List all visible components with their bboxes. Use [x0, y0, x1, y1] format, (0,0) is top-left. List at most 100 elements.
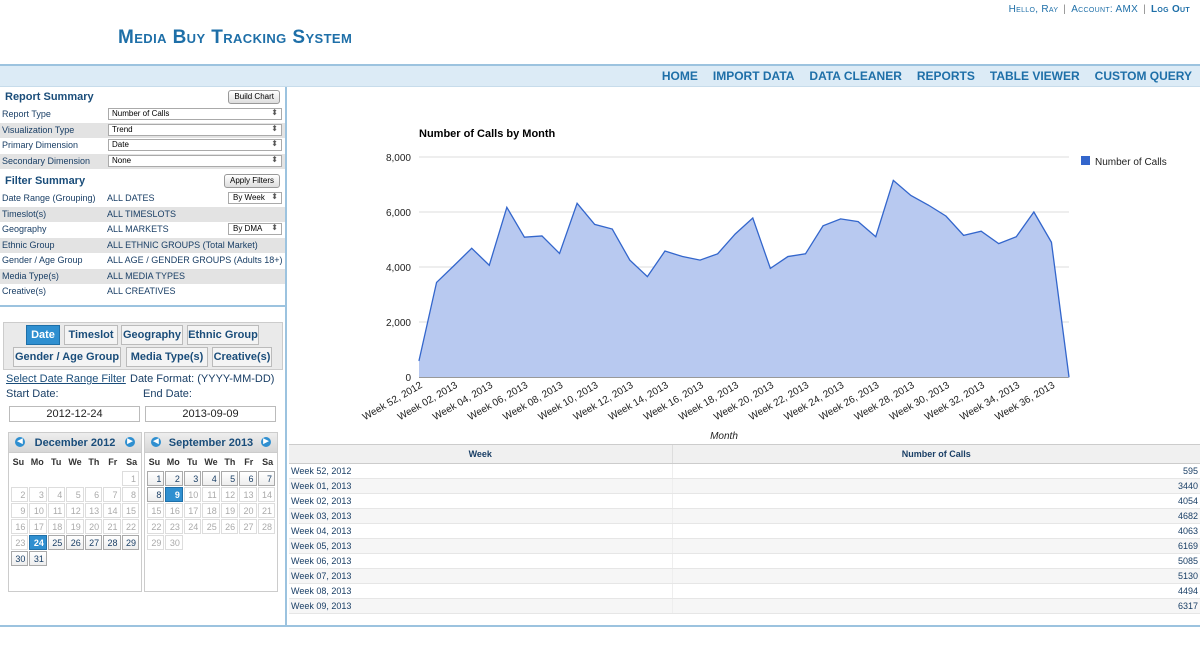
left-panel: Report Summary Build Chart Report Type Nu… — [0, 87, 287, 625]
report-row-select[interactable]: Trend ⬍ — [108, 123, 282, 136]
calendar-day[interactable]: 31 — [29, 551, 47, 566]
calendar-day[interactable]: 28 — [103, 535, 121, 550]
calendar-day[interactable]: 4 — [47, 487, 66, 502]
calendar-day[interactable]: 2 — [165, 471, 183, 486]
calendar-day[interactable]: 8 — [147, 487, 165, 502]
nav-item-table-viewer[interactable]: TABLE VIEWER — [990, 69, 1080, 83]
calendar-day[interactable]: 16 — [11, 519, 29, 534]
calendar-day[interactable]: 7 — [103, 487, 121, 502]
apply-filters-button[interactable]: Apply Filters — [223, 174, 280, 188]
calendar-day[interactable]: 21 — [103, 519, 121, 534]
calendar-day[interactable]: 26 — [66, 535, 84, 550]
calendar-day[interactable]: 9 — [11, 503, 29, 518]
logout-link[interactable]: Log Out — [1151, 4, 1190, 15]
calendar-day[interactable]: 7 — [257, 471, 275, 486]
nav-item-custom-query[interactable]: CUSTOM QUERY — [1095, 69, 1192, 83]
calendar-day[interactable]: 1 — [147, 471, 165, 486]
calendar-day[interactable]: 17 — [183, 503, 202, 518]
tab-ethnic-group[interactable]: Ethnic Group — [187, 325, 259, 345]
calendar-day[interactable]: 29 — [147, 535, 165, 550]
calendar-day[interactable]: 1 — [121, 471, 139, 486]
calendar-day[interactable]: 4 — [202, 471, 220, 486]
build-chart-button[interactable]: Build Chart — [228, 90, 280, 104]
nav-item-reports[interactable]: REPORTS — [917, 69, 975, 83]
start-date-input[interactable]: 2012-12-24 — [9, 406, 140, 422]
calendar-day[interactable]: 10 — [29, 503, 47, 518]
calendar-day[interactable]: 19 — [66, 519, 84, 534]
calendar-day[interactable]: 20 — [84, 519, 103, 534]
nav-item-import-data[interactable]: IMPORT DATA — [713, 69, 795, 83]
calendar-day[interactable]: 16 — [165, 503, 183, 518]
select-date-range-link[interactable]: Select Date Range Filter — [6, 373, 126, 385]
calendar-day[interactable]: 5 — [66, 487, 84, 502]
grouping-select[interactable]: By Week ⬍ — [228, 192, 282, 204]
end-date-input[interactable]: 2013-09-09 — [145, 406, 276, 422]
calendar-day[interactable]: 26 — [220, 519, 239, 534]
grouping-select[interactable]: By DMA ⬍ — [228, 223, 282, 235]
main-content: Number of Calls by Month 0 2,000 4,000 6,000… — [289, 87, 1200, 625]
calendar-day[interactable]: 14 — [257, 487, 275, 502]
prev-month-icon[interactable]: ◀ — [151, 437, 161, 447]
report-row-select[interactable]: Date ⬍ — [108, 139, 282, 151]
calendar-day[interactable]: 20 — [239, 503, 257, 518]
report-row-select[interactable]: Number of Calls ⬍ — [108, 108, 282, 120]
calendar-day[interactable]: 2 — [11, 487, 29, 502]
tab-creative-s[interactable]: Creative(s) — [212, 347, 272, 367]
calendar-day[interactable]: 22 — [147, 519, 165, 534]
calendar-day[interactable]: 13 — [84, 503, 103, 518]
calendar-day[interactable]: 12 — [66, 503, 84, 518]
nav-item-home[interactable]: HOME — [662, 69, 698, 83]
tab-date[interactable]: Date — [26, 325, 60, 345]
calendar-day[interactable]: 6 — [239, 471, 257, 486]
next-month-icon[interactable]: ▶ — [125, 437, 135, 447]
calendar-day[interactable]: 23 — [11, 535, 29, 550]
tab-geography[interactable]: Geography — [121, 325, 183, 345]
calendar-day[interactable]: 8 — [121, 487, 139, 502]
calendar-day[interactable]: 22 — [121, 519, 139, 534]
calendar-day[interactable]: 3 — [29, 487, 47, 502]
calendar-day[interactable]: 28 — [257, 519, 275, 534]
calendar-day[interactable]: 15 — [121, 503, 139, 518]
calendar-day[interactable]: 3 — [183, 471, 202, 486]
calendar-day[interactable]: 10 — [183, 487, 202, 502]
calendar-day[interactable]: 24 — [183, 519, 202, 534]
calendar-day[interactable]: 17 — [29, 519, 47, 534]
calendar-day[interactable]: 19 — [220, 503, 239, 518]
col-header-calls[interactable]: Number of Calls — [672, 445, 1200, 464]
calendar-day[interactable]: 6 — [84, 487, 103, 502]
next-month-icon[interactable]: ▶ — [261, 437, 271, 447]
calendar-day[interactable]: 9 — [165, 487, 183, 502]
prev-month-icon[interactable]: ◀ — [15, 437, 25, 447]
col-header-week[interactable]: Week — [289, 445, 673, 464]
calendar-day[interactable]: 30 — [165, 535, 183, 550]
account-link[interactable]: Account: AMX — [1071, 4, 1138, 15]
calendar-day[interactable]: 15 — [147, 503, 165, 518]
calendar-day[interactable]: 27 — [239, 519, 257, 534]
tab-media-type-s[interactable]: Media Type(s) — [126, 347, 208, 367]
calendar-day[interactable]: 18 — [47, 519, 66, 534]
report-row-select[interactable]: None ⬍ — [108, 154, 282, 167]
calendar-day[interactable]: 5 — [220, 471, 239, 486]
calendar-day[interactable]: 21 — [257, 503, 275, 518]
calendar-day[interactable]: 30 — [11, 551, 29, 566]
calendar-day[interactable]: 25 — [47, 535, 66, 550]
calendar-day[interactable]: 14 — [103, 503, 121, 518]
calendar-day[interactable]: 11 — [47, 503, 66, 518]
start-calendar: ◀ December 2012 ▶ Su Mo Tu We Th Fr Sa 1 2 3 4 5 6 7 8 9 10… — [8, 432, 142, 592]
calendar-day[interactable]: 13 — [239, 487, 257, 502]
calendar-day[interactable]: 12 — [220, 487, 239, 502]
nav-item-data-cleaner[interactable]: DATA CLEANER — [809, 69, 901, 83]
calendar-day[interactable]: 11 — [202, 487, 220, 502]
calendar-day[interactable]: 18 — [202, 503, 220, 518]
calendar-day[interactable]: 27 — [84, 535, 103, 550]
calendar-day[interactable]: 24 — [29, 535, 47, 550]
calendar-day[interactable]: 23 — [165, 519, 183, 534]
area-fill — [419, 180, 1069, 377]
calendar-day[interactable]: 25 — [202, 519, 220, 534]
tab-timeslot[interactable]: Timeslot — [64, 325, 118, 345]
select-value: Date — [112, 140, 129, 149]
calendar-day[interactable]: 29 — [121, 535, 139, 550]
tab-gender-age-group[interactable]: Gender / Age Group — [13, 347, 121, 367]
data-table-wrap[interactable]: Week Number of Calls Week 52, 2012 595 Wee… — [289, 444, 1200, 625]
calendar-weekdays: Su Mo Tu We Th Fr Sa — [9, 453, 141, 470]
